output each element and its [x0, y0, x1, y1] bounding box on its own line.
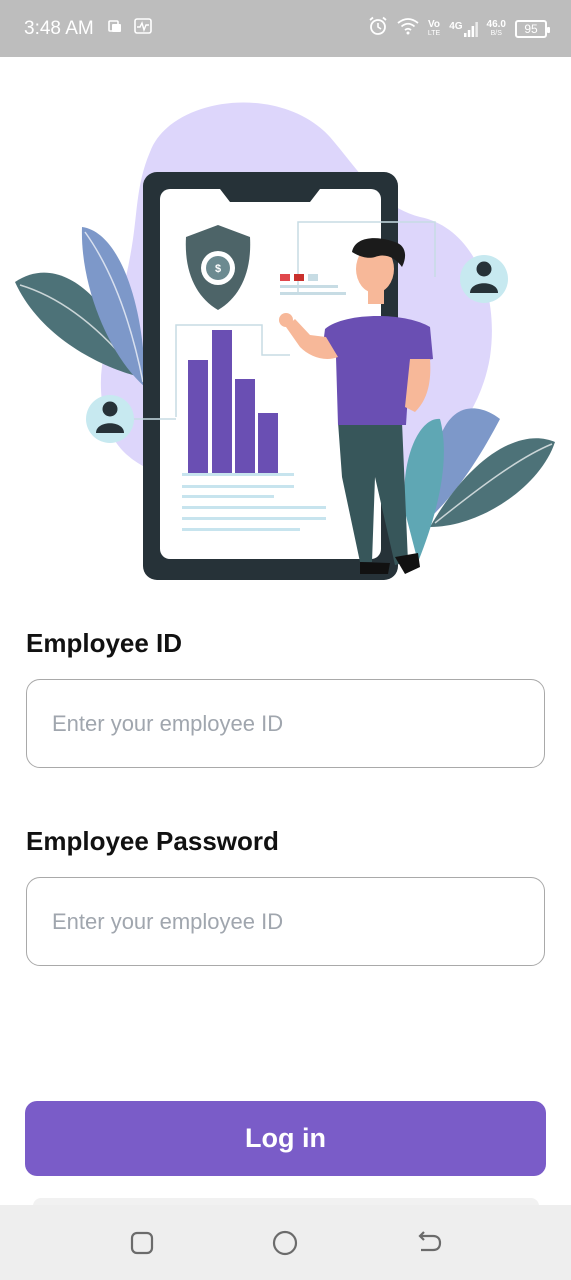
- status-bar: 3:48 AM Vo LTE 4G 46.0 B/S 95: [0, 0, 571, 57]
- chart-bar-4: [258, 413, 278, 473]
- alarm-icon: [368, 16, 388, 41]
- volte-indicator: Vo LTE: [427, 18, 441, 38]
- login-button[interactable]: Log in: [25, 1101, 546, 1176]
- chart-bar-2: [212, 330, 232, 473]
- signal-label: 4G: [449, 20, 463, 32]
- battery-icon: 95: [515, 19, 550, 38]
- circle-icon: [273, 1230, 298, 1255]
- wifi-icon: [397, 17, 419, 40]
- signal-bars-icon: [463, 21, 478, 37]
- chart-bar-1: [188, 360, 208, 473]
- status-time: 3:48 AM: [24, 17, 94, 39]
- activity-icon: [133, 18, 152, 39]
- speed-indicator: 46.0 B/S: [486, 18, 506, 38]
- chart-bar-3: [235, 379, 255, 473]
- recent-apps-button[interactable]: [122, 1223, 162, 1263]
- employee-password-label: Employee Password: [26, 826, 279, 856]
- signal-indicator: 4G: [449, 20, 478, 37]
- notification-app-icon: [107, 19, 122, 38]
- user-avatar-left-icon: [86, 395, 134, 443]
- system-nav-bar: [0, 1205, 571, 1280]
- volte-top: Vo: [428, 18, 441, 30]
- employee-password-input[interactable]: [26, 877, 545, 966]
- back-button[interactable]: [409, 1223, 449, 1263]
- security-illustration: $: [15, 102, 555, 580]
- volte-bottom: LTE: [427, 29, 441, 37]
- speed-value: 46.0: [486, 18, 506, 30]
- square-icon: [130, 1231, 153, 1254]
- back-arrow-icon: [418, 1230, 442, 1251]
- home-button[interactable]: [265, 1223, 305, 1263]
- phone-notch: [220, 189, 320, 202]
- employee-id-label: Employee ID: [26, 628, 183, 658]
- user-avatar-right-icon: [460, 255, 508, 303]
- employee-id-input[interactable]: [26, 679, 545, 768]
- svg-text:$: $: [215, 263, 221, 275]
- speed-unit: B/S: [490, 29, 502, 37]
- login-illustration: $: [0, 57, 571, 597]
- battery-level: 95: [524, 21, 538, 36]
